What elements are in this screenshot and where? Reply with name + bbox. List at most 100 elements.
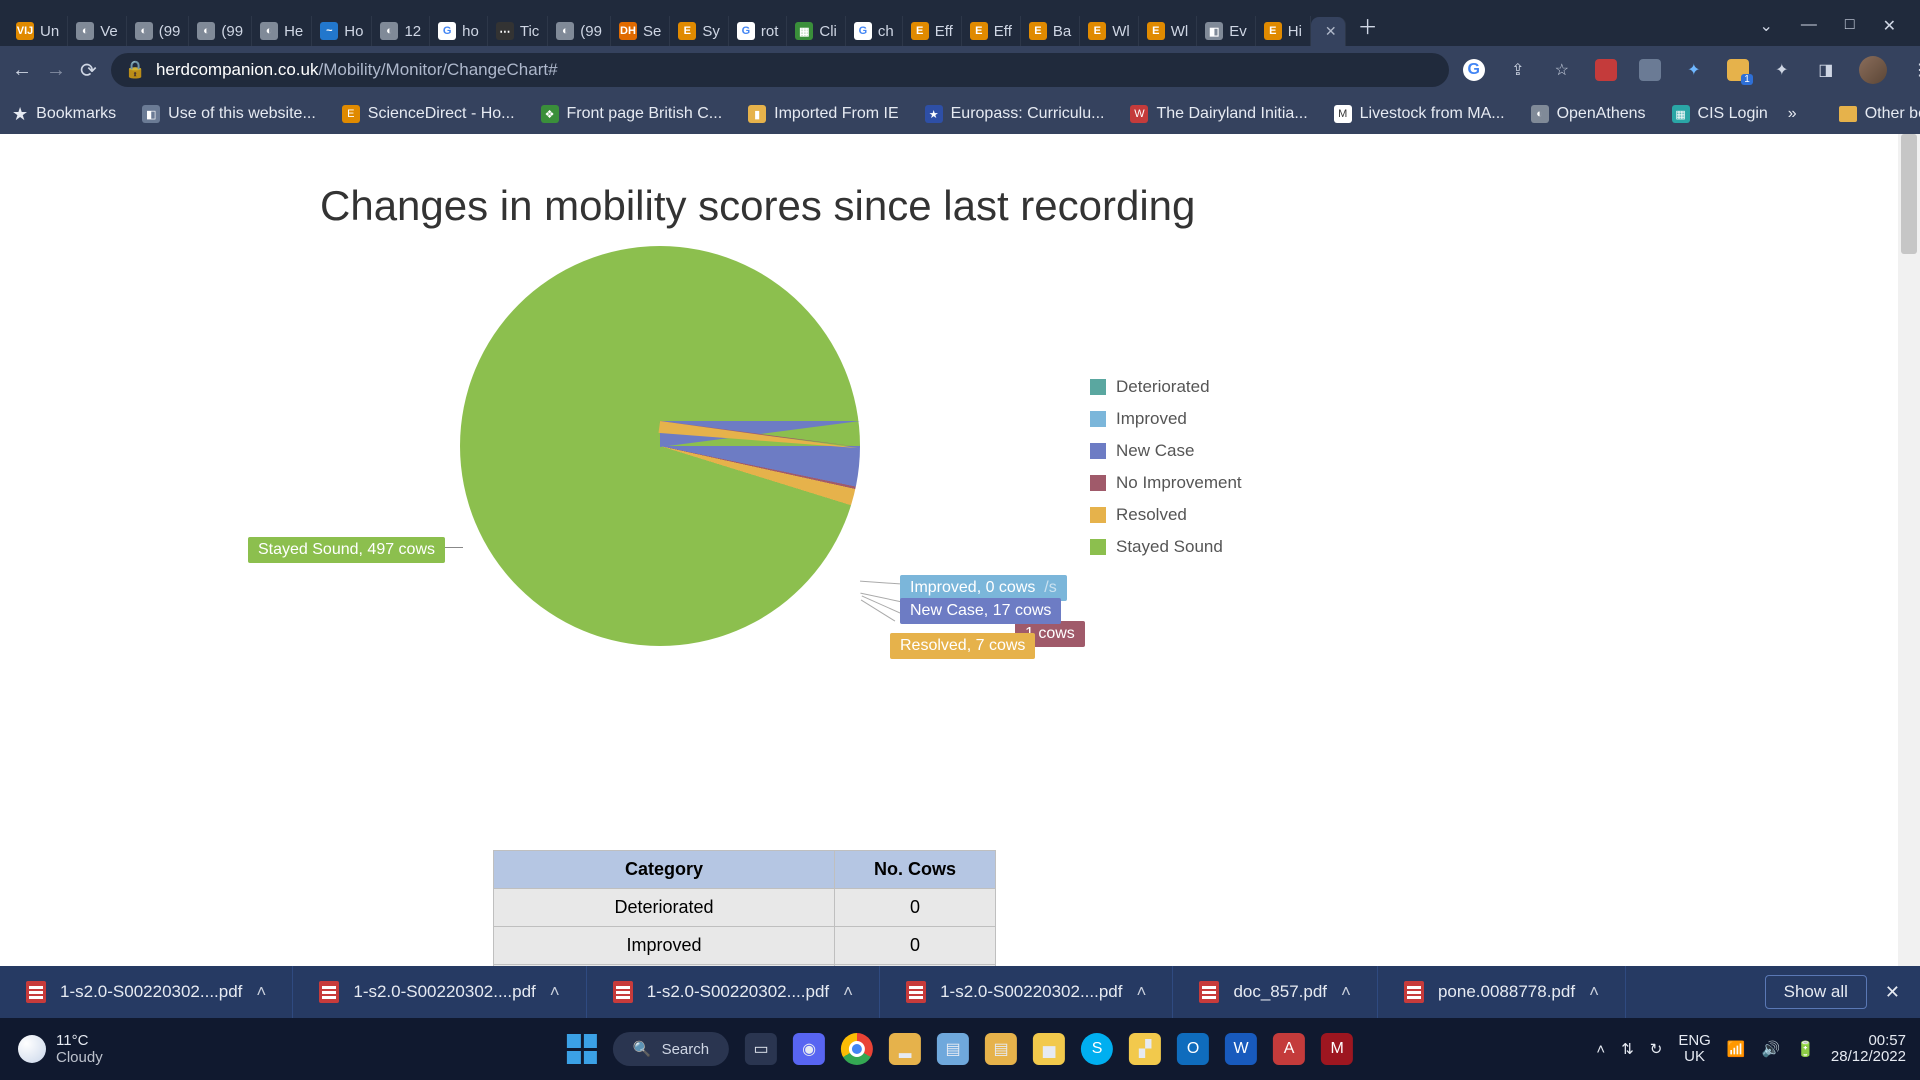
browser-tab[interactable]: ◧Ev	[1197, 16, 1256, 46]
chevron-up-icon[interactable]: ˄	[843, 982, 853, 1002]
tabs-dropdown-icon[interactable]: ⌄	[1760, 16, 1773, 36]
share-icon[interactable]: ⇪	[1507, 59, 1529, 81]
browser-tab[interactable]: ~Ho	[312, 16, 372, 46]
chevron-up-icon[interactable]: ˄	[1589, 982, 1599, 1002]
app-icon[interactable]: ▤	[937, 1033, 969, 1065]
word-icon[interactable]: W	[1225, 1033, 1257, 1065]
downloads-close-icon[interactable]: ✕	[1885, 982, 1900, 1003]
chevron-up-icon[interactable]: ˄	[550, 982, 560, 1002]
browser-tab[interactable]: ◐Ve	[68, 16, 127, 46]
taskbar-clock[interactable]: 00:5728/12/2022	[1831, 1033, 1906, 1066]
bookmark-item[interactable]: ▮Imported From IE	[748, 105, 898, 123]
browser-tab[interactable]: Grot	[729, 16, 788, 46]
bookmark-item[interactable]: ▦CIS Login	[1672, 105, 1768, 123]
browser-tab[interactable]: Gch	[846, 16, 903, 46]
browser-tab[interactable]: EHi	[1256, 16, 1311, 46]
browser-tab[interactable]: ◐12	[372, 16, 430, 46]
bookmark-item[interactable]: ★Bookmarks	[12, 104, 116, 125]
downloads-show-all-button[interactable]: Show all	[1765, 975, 1867, 1009]
legend-label: New Case	[1116, 441, 1194, 461]
chrome-menu-icon[interactable]: ⋮	[1909, 59, 1920, 81]
extensions-menu-icon[interactable]: ✦	[1771, 59, 1793, 81]
browser-tab[interactable]: EWl	[1080, 16, 1139, 46]
download-item[interactable]: 1-s2.0-S00220302....pdf˄	[293, 966, 586, 1018]
browser-tab[interactable]: ◐(99	[548, 16, 611, 46]
browser-tab[interactable]: EBa	[1021, 16, 1080, 46]
tray-icon[interactable]: ↻	[1650, 1040, 1663, 1058]
window-close-button[interactable]: ✕	[1883, 16, 1896, 36]
browser-tab[interactable]: EEff	[962, 16, 1021, 46]
chevron-up-icon[interactable]: ˄	[1341, 982, 1351, 1002]
download-item[interactable]: pone.0088778.pdf˄	[1378, 966, 1626, 1018]
chevron-up-icon[interactable]: ˄	[256, 982, 266, 1002]
tab-favicon: ◐	[380, 22, 398, 40]
new-tab-button[interactable]: ＋	[1346, 5, 1390, 46]
nav-forward-button[interactable]: →	[46, 59, 66, 82]
tray-icon[interactable]: ⇅	[1621, 1040, 1634, 1058]
bookmark-item[interactable]: ★Europass: Curriculu...	[925, 105, 1105, 123]
tab-favicon: E	[678, 22, 696, 40]
browser-tab[interactable]: ▦Cli	[787, 16, 846, 46]
app-icon[interactable]: ▤	[985, 1033, 1017, 1065]
app-icon[interactable]: ▞	[1129, 1033, 1161, 1065]
download-item[interactable]: 1-s2.0-S00220302....pdf˄	[0, 966, 293, 1018]
tray-overflow-icon[interactable]: ˄	[1596, 1041, 1605, 1058]
outlook-icon[interactable]: O	[1177, 1033, 1209, 1065]
tab-favicon: ◐	[135, 22, 153, 40]
volume-icon[interactable]: 🔊	[1762, 1040, 1781, 1058]
task-view-icon[interactable]: ▭	[745, 1033, 777, 1065]
browser-tab[interactable]: EWl	[1139, 16, 1198, 46]
bookmarks-overflow-icon[interactable]: »	[1788, 105, 1797, 123]
start-button[interactable]	[567, 1034, 597, 1064]
browser-tab[interactable]: ◐(99	[189, 16, 252, 46]
url-input[interactable]: 🔒 herdcompanion.co.uk/Mobility/Monitor/C…	[111, 53, 1449, 87]
browser-tab[interactable]: ◐(99	[127, 16, 190, 46]
bookmark-item[interactable]: ❖Front page British C...	[541, 105, 723, 123]
bookmark-item[interactable]: EScienceDirect - Ho...	[342, 105, 515, 123]
bookmark-item[interactable]: MLivestock from MA...	[1334, 105, 1505, 123]
bookmark-item[interactable]: WThe Dairyland Initia...	[1130, 105, 1307, 123]
bookmark-item[interactable]: ◐OpenAthens	[1531, 105, 1646, 123]
chevron-up-icon[interactable]: ˄	[1137, 982, 1147, 1002]
chrome-icon[interactable]	[841, 1033, 873, 1065]
tab-favicon: E	[1029, 22, 1047, 40]
nav-reload-button[interactable]: ⟳	[80, 58, 97, 83]
browser-tab[interactable]: ⋯Tic	[488, 16, 548, 46]
google-account-icon[interactable]: G	[1463, 59, 1485, 81]
file-explorer-icon[interactable]: ▂	[889, 1033, 921, 1065]
taskbar-weather[interactable]: 11°C Cloudy	[0, 1032, 121, 1066]
taskbar-search[interactable]: 🔍Search	[613, 1032, 729, 1066]
other-bookmarks-button[interactable]: Other bookmarks	[1839, 105, 1920, 123]
browser-tab[interactable]: ESy	[670, 16, 729, 46]
download-item[interactable]: 1-s2.0-S00220302....pdf˄	[880, 966, 1173, 1018]
bookmark-star-icon[interactable]: ☆	[1551, 59, 1573, 81]
wifi-icon[interactable]: 📶	[1727, 1040, 1746, 1058]
mendeley-icon[interactable]: M	[1321, 1033, 1353, 1065]
language-indicator[interactable]: ENGUK	[1678, 1033, 1711, 1066]
extension-icon[interactable]: ✦	[1683, 59, 1705, 81]
bookmark-item[interactable]: ◧Use of this website...	[142, 105, 316, 123]
download-item[interactable]: 1-s2.0-S00220302....pdf˄	[587, 966, 880, 1018]
browser-tab-active[interactable]: ✕	[1311, 17, 1346, 46]
sidepanel-icon[interactable]: ◨	[1815, 59, 1837, 81]
close-tab-icon[interactable]: ✕	[1325, 23, 1337, 40]
browser-tab[interactable]: EEff	[903, 16, 962, 46]
download-item[interactable]: doc_857.pdf˄	[1173, 966, 1378, 1018]
window-maximize-button[interactable]: □	[1845, 16, 1855, 36]
sticky-notes-icon[interactable]: ▅	[1033, 1033, 1065, 1065]
extension-icon[interactable]	[1639, 59, 1661, 81]
battery-icon[interactable]: 🔋	[1796, 1040, 1815, 1058]
browser-tab[interactable]: VIJUn	[8, 16, 68, 46]
extension-icon[interactable]: 1	[1727, 59, 1749, 81]
browser-tab[interactable]: Gho	[430, 16, 488, 46]
profile-avatar[interactable]	[1859, 56, 1887, 84]
nav-back-button[interactable]: ←	[12, 59, 32, 82]
browser-tab[interactable]: ◐He	[252, 16, 312, 46]
app-icon[interactable]: ◉	[793, 1033, 825, 1065]
skype-icon[interactable]: S	[1081, 1033, 1113, 1065]
vertical-scrollbar[interactable]	[1898, 134, 1920, 1080]
window-minimize-button[interactable]: —	[1801, 16, 1817, 36]
extension-icon[interactable]	[1595, 59, 1617, 81]
acrobat-icon[interactable]: A	[1273, 1033, 1305, 1065]
browser-tab[interactable]: DHSe	[611, 16, 670, 46]
